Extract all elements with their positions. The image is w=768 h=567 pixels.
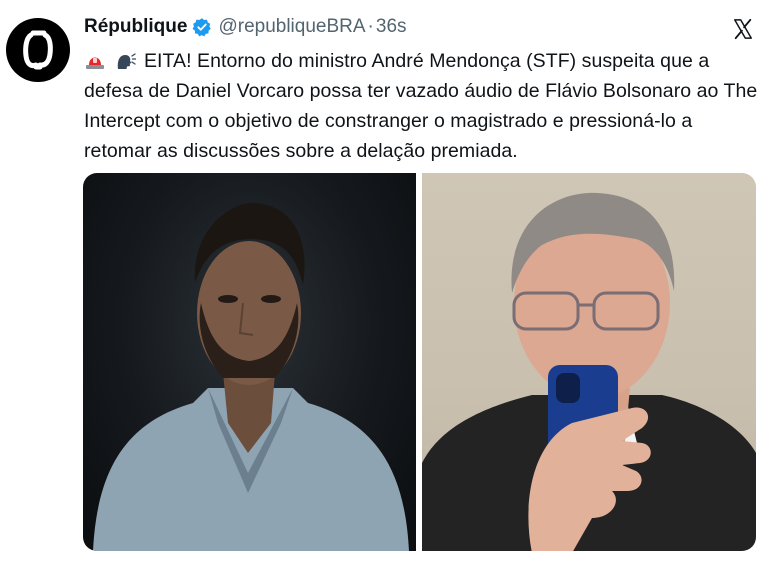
author-handle[interactable]: @republiqueBRA — [218, 14, 365, 40]
republique-logo-icon — [23, 30, 53, 70]
tweet-header: République @republiqueBRA · 36s — [84, 14, 407, 40]
author-avatar[interactable] — [6, 18, 70, 82]
tweet-media[interactable] — [83, 173, 756, 551]
photo-daniel-vorcaro[interactable] — [83, 173, 416, 551]
portrait-man-with-phone — [422, 192, 756, 551]
photo-andre-mendonca[interactable] — [422, 173, 756, 551]
tweet-text: EITA! Entorno do ministro André Mendonça… — [84, 50, 758, 162]
speaking-head-emoji-icon — [117, 53, 136, 69]
portrait-man-dark-background — [93, 202, 409, 551]
x-logo-icon[interactable] — [732, 18, 754, 40]
separator-dot: · — [367, 16, 374, 37]
author-name[interactable]: République — [84, 14, 187, 40]
verified-badge-icon — [193, 18, 212, 37]
police-light-emoji-icon — [86, 57, 104, 69]
tweet-timestamp[interactable]: 36s — [376, 14, 407, 40]
tweet-body: EITA! Entorno do ministro André Mendonça… — [84, 46, 764, 166]
